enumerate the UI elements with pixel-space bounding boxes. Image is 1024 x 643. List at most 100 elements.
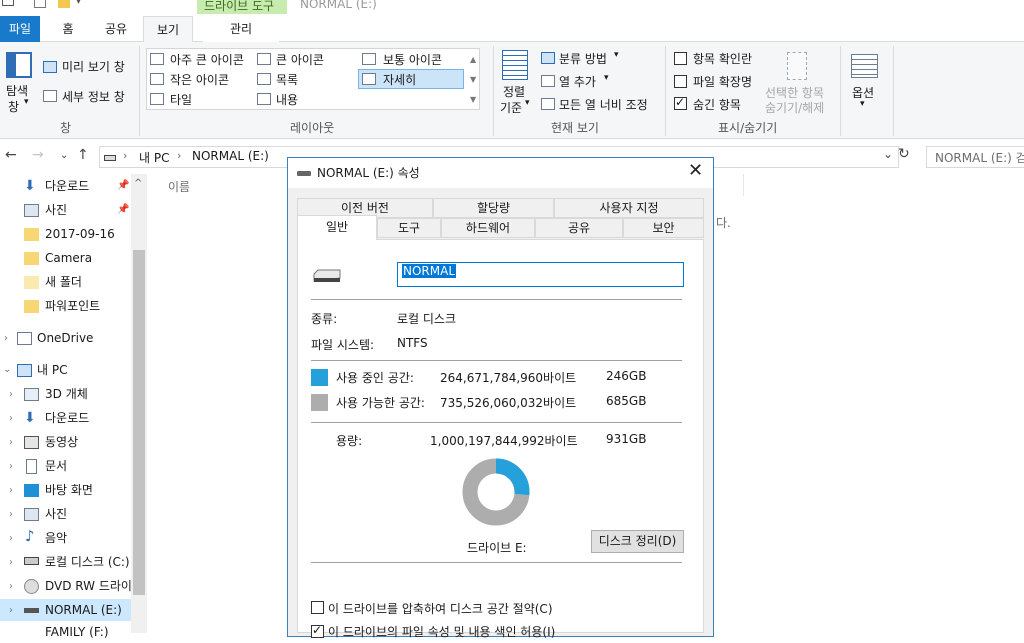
item-checkboxes-checkbox[interactable]	[674, 52, 687, 65]
item-checkboxes-label[interactable]: 항목 확인란	[693, 50, 752, 67]
expand-chevron-icon[interactable]: ›	[9, 605, 13, 616]
chevron-down-icon[interactable]: ▾	[525, 98, 530, 108]
tab-manage[interactable]: 관리	[203, 16, 279, 42]
expand-chevron-icon[interactable]: ›	[9, 557, 13, 568]
nav-item-dvd-drive[interactable]: DVD RW 드라이	[45, 575, 132, 597]
recent-locations-chevron-icon[interactable]: ⌄	[60, 150, 68, 161]
index-drive-label[interactable]: 이 드라이브의 파일 속성 및 내용 색인 허용(I)	[328, 623, 555, 640]
nav-item-pc-pictures[interactable]: 사진	[45, 503, 67, 525]
details-pane-button[interactable]: 세부 정보 창	[62, 88, 125, 105]
nav-item-family-f[interactable]: FAMILY (F:)	[45, 621, 109, 643]
nav-item-local-disk-c[interactable]: 로컬 디스크 (C:)	[45, 551, 130, 573]
expand-chevron-icon[interactable]: ›	[9, 389, 13, 400]
tab-home[interactable]: 홈	[50, 16, 86, 42]
tab-hardware[interactable]: 하드웨어	[441, 218, 535, 238]
layout-tiles[interactable]: 타일	[170, 91, 192, 108]
expand-chevron-icon[interactable]: ›	[9, 509, 13, 520]
scroll-up-icon[interactable]: ^	[134, 178, 142, 189]
layout-extra-large-icons[interactable]: 아주 큰 아이콘	[170, 51, 244, 68]
nav-item-3d-objects[interactable]: 3D 개체	[45, 383, 88, 405]
layout-details[interactable]: 자세히	[383, 71, 416, 88]
properties-icon[interactable]	[34, 0, 46, 8]
folder-icon	[24, 228, 39, 241]
layout-medium-icons[interactable]: 보통 아이콘	[383, 51, 442, 68]
layout-scroll-down-icon[interactable]: ▼	[470, 75, 476, 84]
tab-share[interactable]: 공유	[96, 16, 136, 42]
sort-by-label-1[interactable]: 정렬	[503, 83, 525, 100]
back-arrow-icon[interactable]: ←	[5, 147, 17, 163]
hidden-items-label[interactable]: 숨긴 항목	[693, 96, 741, 113]
nav-item-pictures[interactable]: 사진	[45, 199, 67, 221]
chevron-down-icon[interactable]: ▾	[860, 99, 865, 109]
nav-item-new-folder[interactable]: 새 폴더	[45, 271, 82, 293]
tab-security[interactable]: 보안	[623, 218, 704, 238]
pin-icon[interactable]: 📌	[117, 180, 129, 191]
tab-quota[interactable]: 할당량	[433, 198, 554, 218]
nav-pane-label-2[interactable]: 창	[8, 98, 19, 115]
forward-arrow-icon[interactable]: →	[32, 147, 44, 163]
nav-item-powerpoint[interactable]: 파워포인트	[45, 295, 100, 317]
nav-item-onedrive[interactable]: OneDrive	[37, 327, 93, 349]
nav-item-downloads[interactable]: 다운로드	[45, 175, 89, 197]
expand-chevron-icon[interactable]: ›	[9, 461, 13, 472]
expand-chevron-icon[interactable]: ›	[9, 485, 13, 496]
file-extensions-label[interactable]: 파일 확장명	[693, 73, 752, 90]
column-header-name[interactable]: 이름	[168, 178, 190, 195]
tab-general[interactable]: 일반	[297, 215, 377, 240]
nav-item-pc-downloads[interactable]: 다운로드	[45, 407, 89, 429]
expand-chevron-icon[interactable]: ›	[9, 533, 13, 544]
hidden-items-checkbox[interactable]	[674, 95, 687, 110]
layout-expand-icon[interactable]: ▼	[470, 95, 476, 104]
up-arrow-icon[interactable]: ↑	[77, 147, 89, 163]
group-by-button[interactable]: 분류 방법	[559, 50, 607, 67]
nav-item-videos[interactable]: 동영상	[45, 431, 78, 453]
sort-by-label-2[interactable]: 기준	[500, 99, 522, 116]
add-columns-button[interactable]: 열 추가	[559, 73, 596, 90]
layout-content[interactable]: 내용	[276, 91, 298, 108]
layout-scroll-up-icon[interactable]: ▲	[470, 55, 476, 64]
nav-item-desktop[interactable]: 바탕 화면	[45, 479, 93, 501]
nav-scrollbar-thumb[interactable]	[133, 250, 145, 595]
tab-file[interactable]: 파일	[0, 16, 40, 42]
chevron-down-icon[interactable]: ▾	[604, 73, 609, 83]
breadcrumb-current[interactable]: NORMAL (E:)	[192, 149, 269, 163]
index-drive-checkbox[interactable]	[311, 623, 324, 638]
chevron-down-icon[interactable]: ▾	[24, 97, 29, 107]
layout-list[interactable]: 목록	[276, 71, 298, 88]
layout-large-icons[interactable]: 큰 아이콘	[276, 51, 324, 68]
nav-item-folder-2017-09-16[interactable]: 2017-09-16	[45, 223, 115, 245]
preview-pane-button[interactable]: 미리 보기 창	[62, 58, 125, 75]
used-space-label: 사용 중인 공간:	[336, 371, 414, 385]
refresh-icon[interactable]: ↻	[898, 146, 910, 162]
nav-item-camera[interactable]: Camera	[45, 247, 92, 269]
address-dropdown-icon[interactable]: ⌄	[883, 147, 893, 161]
add-columns-icon	[541, 75, 555, 87]
tab-customize[interactable]: 사용자 지정	[554, 198, 704, 218]
nav-item-music[interactable]: 음악	[45, 527, 67, 549]
expand-chevron-icon[interactable]: ›	[9, 413, 13, 424]
nav-item-normal-e[interactable]: NORMAL (E:)	[45, 599, 122, 621]
close-icon[interactable]: ✕	[688, 160, 703, 181]
drive-name-value[interactable]: NORMAL	[402, 264, 457, 278]
disk-cleanup-button[interactable]: 디스크 정리(D)	[591, 530, 684, 553]
tab-sharing[interactable]: 공유	[535, 218, 623, 238]
breadcrumb-this-pc[interactable]: 내 PC	[139, 149, 169, 166]
nav-item-documents[interactable]: 문서	[45, 455, 67, 477]
expand-chevron-icon[interactable]: ›	[9, 581, 13, 592]
expand-chevron-icon[interactable]: ›	[9, 437, 13, 448]
compress-drive-label[interactable]: 이 드라이브를 압축하여 디스크 공간 절약(C)	[328, 600, 553, 617]
nav-item-this-pc[interactable]: 내 PC	[37, 359, 67, 381]
pin-icon[interactable]: 📌	[117, 204, 129, 215]
quick-access-dropdown-icon[interactable]: ▾	[76, 0, 81, 7]
tab-view[interactable]: 보기	[143, 16, 193, 43]
folder-icon[interactable]	[58, 0, 70, 8]
file-extensions-checkbox[interactable]	[674, 75, 687, 88]
chevron-down-icon[interactable]: ▾	[614, 50, 619, 60]
collapse-chevron-icon[interactable]: ⌄	[3, 364, 11, 375]
size-all-columns-button[interactable]: 모든 열 너비 조정	[559, 96, 648, 113]
tab-tools[interactable]: 도구	[377, 218, 441, 238]
layout-small-icons[interactable]: 작은 아이콘	[170, 71, 229, 88]
expand-chevron-icon[interactable]: ›	[4, 333, 8, 344]
folder-icon	[24, 300, 39, 313]
compress-drive-checkbox[interactable]	[311, 601, 324, 614]
